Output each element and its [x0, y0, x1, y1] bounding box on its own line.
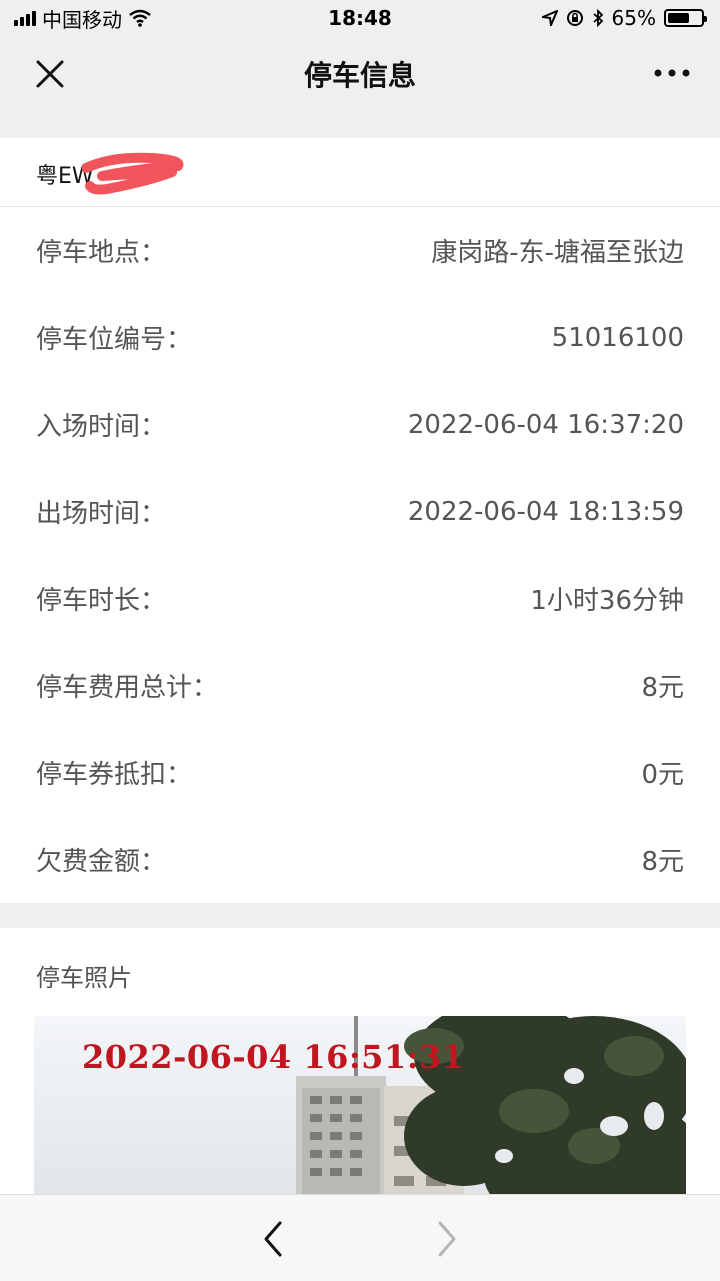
info-row-total-fee: 停车费用总计： 8元 [0, 642, 720, 729]
info-row-duration: 停车时长： 1小时36分钟 [0, 555, 720, 642]
parking-photo[interactable]: 2022-06-04 16:51:31 [34, 1016, 686, 1206]
nav-bar: 停车信息 [0, 36, 720, 112]
info-label: 出场时间： [36, 499, 167, 529]
info-label: 停车地点： [36, 238, 167, 268]
battery-icon [664, 9, 707, 27]
info-label: 停车位编号： [36, 325, 193, 355]
bottom-nav-bar [0, 1194, 720, 1281]
info-value: 1小时36分钟 [530, 586, 684, 616]
info-row-coupon: 停车券抵扣： 0元 [0, 729, 720, 816]
info-value: 8元 [641, 847, 684, 877]
info-value: 2022-06-04 16:37:20 [407, 409, 684, 440]
status-time: 18:48 [328, 6, 392, 30]
info-value: 8元 [641, 673, 684, 703]
info-label: 欠费金额： [36, 847, 167, 877]
info-value: 康岗路-东-塘福至张边 [431, 238, 684, 268]
info-value: 2022-06-04 18:13:59 [407, 496, 684, 527]
info-label: 停车费用总计： [36, 673, 219, 703]
info-label: 停车时长： [36, 586, 167, 616]
status-bar: 中国移动 18:48 65% [0, 0, 720, 36]
info-row-entry-time: 入场时间： 2022-06-04 16:37:20 [0, 381, 720, 468]
chevron-left-icon[interactable] [254, 1217, 290, 1261]
info-value: 0元 [641, 760, 684, 790]
info-row-space-number: 停车位编号： 51016100 [0, 294, 720, 381]
photo-timestamp: 2022-06-04 16:51:31 [82, 1038, 465, 1076]
close-icon[interactable] [30, 54, 70, 94]
info-value: 51016100 [551, 322, 684, 353]
redaction-mark [82, 152, 184, 195]
more-dots-icon[interactable] [652, 58, 692, 88]
info-label: 入场时间： [36, 412, 167, 442]
info-row-location: 停车地点： 康岗路-东-塘福至张边 [0, 207, 720, 294]
parking-photo-card: 停车照片 2022-06-04 16:51:31 [0, 928, 720, 1208]
chevron-right-icon[interactable] [430, 1217, 466, 1261]
info-row-arrears: 欠费金额： 8元 [0, 816, 720, 903]
photo-section-title: 停车照片 [36, 964, 132, 992]
battery-fill [668, 13, 689, 23]
info-row-exit-time: 出场时间： 2022-06-04 18:13:59 [0, 468, 720, 555]
parking-info-card: 停车地点： 康岗路-东-塘福至张边 停车位编号： 51016100 入场时间： … [0, 207, 720, 903]
page-title: 停车信息 [303, 59, 416, 92]
info-label: 停车券抵扣： [36, 760, 193, 790]
